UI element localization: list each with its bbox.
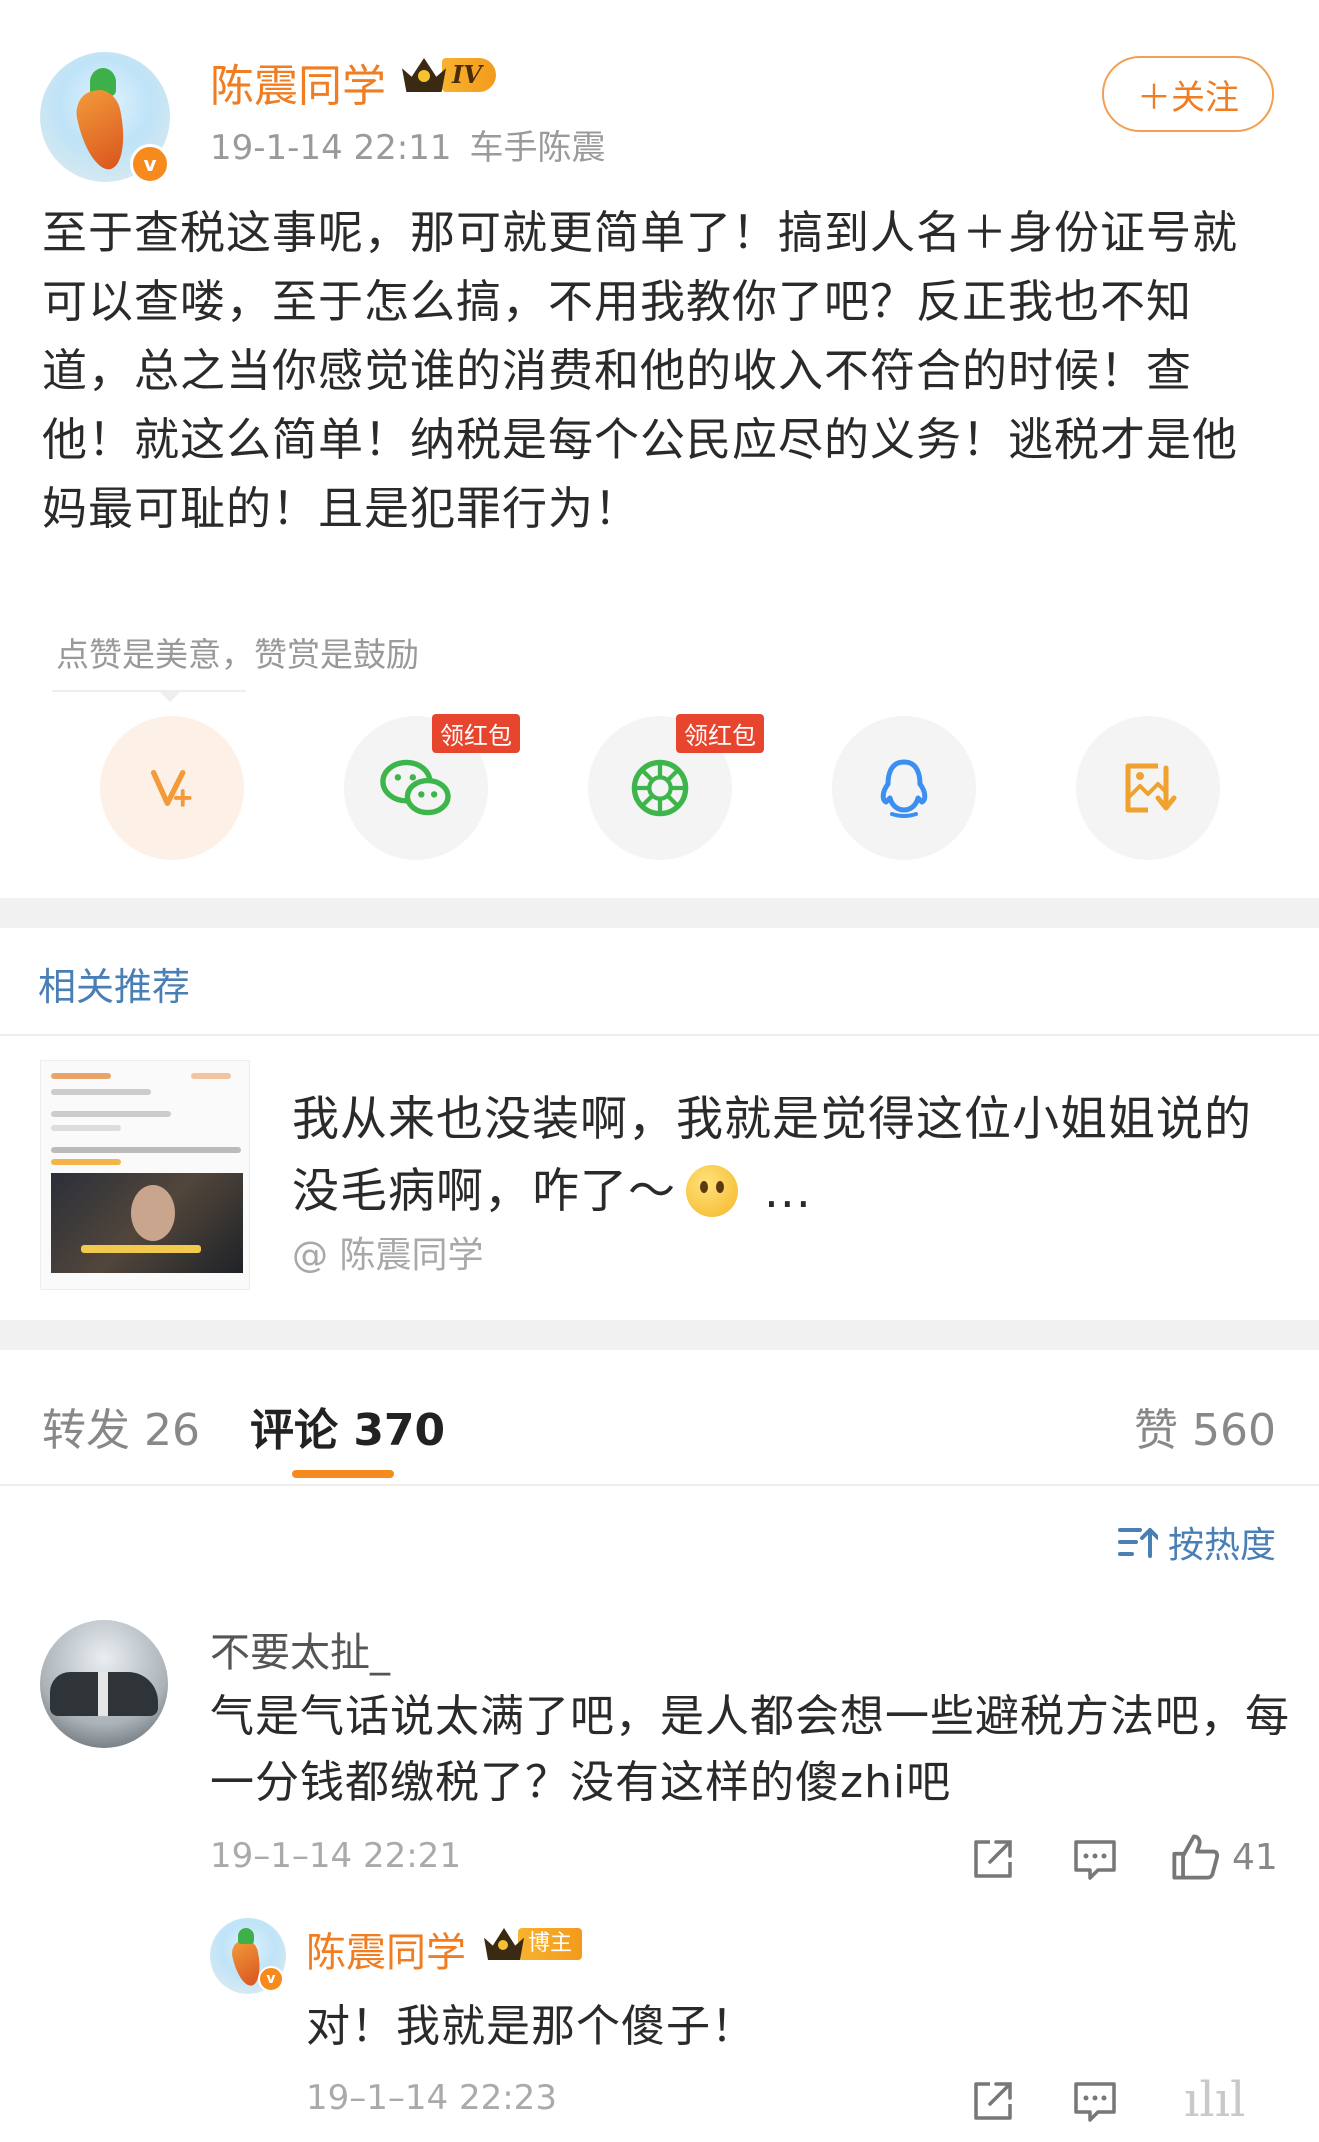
related-section-title: 相关推荐 bbox=[38, 965, 191, 1009]
post-source: 车手陈震 bbox=[469, 128, 606, 168]
related-divider bbox=[0, 1034, 1319, 1036]
related-post-text[interactable]: 我从来也没装啊，我就是觉得这位小姐姐说的没毛病啊，咋了～ ... bbox=[292, 1084, 1282, 1228]
reply-text: 对！我就是那个傻子！ bbox=[306, 2001, 756, 2052]
moments-redpacket-tag: 领红包 bbox=[676, 714, 764, 753]
thinking-emoji-icon bbox=[686, 1165, 738, 1217]
comment-time: 19–1–14 22:21 bbox=[210, 1836, 461, 1876]
author-avatar[interactable]: v bbox=[40, 52, 170, 184]
share-row: 领红包 领红包 bbox=[100, 714, 1220, 862]
vip-level-badge[interactable]: IV bbox=[402, 56, 516, 94]
sort-icon bbox=[1118, 1528, 1158, 1558]
reply-verified-badge-icon: v bbox=[258, 1966, 284, 1992]
comment-reply-icon[interactable] bbox=[1072, 1836, 1118, 1882]
watermark-glyph: ılıl bbox=[1184, 2072, 1246, 2128]
tab-likes[interactable]: 赞 560 bbox=[1134, 1394, 1276, 1458]
related-thumbnail[interactable] bbox=[40, 1060, 250, 1290]
reward-button[interactable] bbox=[100, 716, 244, 860]
share-qq-button[interactable] bbox=[832, 716, 976, 860]
reply-comment-icon[interactable] bbox=[1072, 2078, 1118, 2124]
related-text-ellipsis: ... bbox=[748, 1164, 812, 1219]
reply-time: 19–1–14 22:23 bbox=[306, 2078, 557, 2118]
commenter-name[interactable]: 不要太扯_ bbox=[210, 1620, 390, 1678]
active-tab-indicator bbox=[292, 1470, 394, 1478]
reward-hint-caret bbox=[158, 690, 182, 702]
v-plus-reward-icon bbox=[150, 769, 192, 807]
reply-author-name[interactable]: 陈震同学 bbox=[306, 1920, 466, 1978]
post-time: 19-1-14 22:11 bbox=[210, 128, 452, 168]
thumbs-up-icon bbox=[1172, 1834, 1220, 1880]
commenter-avatar[interactable] bbox=[40, 1620, 168, 1748]
author-badge-label: 博主 bbox=[518, 1928, 583, 1960]
reward-hint: 点赞是美意，赞赏是鼓励 bbox=[56, 635, 419, 674]
reply-share-icon[interactable] bbox=[970, 2078, 1016, 2124]
reward-hint-divider bbox=[52, 690, 246, 692]
section-divider bbox=[0, 898, 1319, 928]
crown-icon bbox=[402, 58, 446, 92]
author-badge: 博主 bbox=[484, 1924, 583, 1964]
tab-comments[interactable]: 评论 370 bbox=[250, 1394, 445, 1458]
wechat-redpacket-tag: 领红包 bbox=[432, 714, 520, 753]
sort-label: 按热度 bbox=[1168, 1525, 1277, 1566]
sort-toggle[interactable]: 按热度 bbox=[1118, 1516, 1276, 1568]
section-divider bbox=[0, 1320, 1319, 1350]
wechat-icon bbox=[380, 759, 451, 816]
save-image-icon bbox=[1125, 763, 1177, 813]
tab-repost[interactable]: 转发 26 bbox=[42, 1394, 200, 1458]
save-image-button[interactable] bbox=[1076, 716, 1220, 860]
tabs-divider bbox=[0, 1484, 1319, 1486]
comment-like-button[interactable]: 41 bbox=[1170, 1832, 1278, 1882]
author-name[interactable]: 陈震同学 bbox=[210, 50, 386, 114]
post-meta: 19-1-14 22:11 车手陈震 bbox=[210, 120, 606, 169]
comment-like-count: 41 bbox=[1232, 1836, 1278, 1878]
qq-icon bbox=[880, 759, 928, 818]
verified-badge-icon: v bbox=[130, 144, 170, 184]
comment-text: 气是气话说太满了吧，是人都会想一些避税方法吧，每一分钱都缴税了？没有这样的傻zh… bbox=[210, 1691, 1290, 1808]
level-label: IV bbox=[442, 58, 496, 92]
moments-icon bbox=[631, 759, 689, 817]
follow-button[interactable]: ＋关注 bbox=[1102, 56, 1274, 132]
comment-share-icon[interactable] bbox=[970, 1836, 1016, 1882]
related-author[interactable]: @ 陈震同学 bbox=[292, 1226, 483, 1278]
post-body: 至于查税这事呢，那可就更简单了！搞到人名＋身份证号就可以查喽，至于怎么搞，不用我… bbox=[42, 206, 1239, 535]
